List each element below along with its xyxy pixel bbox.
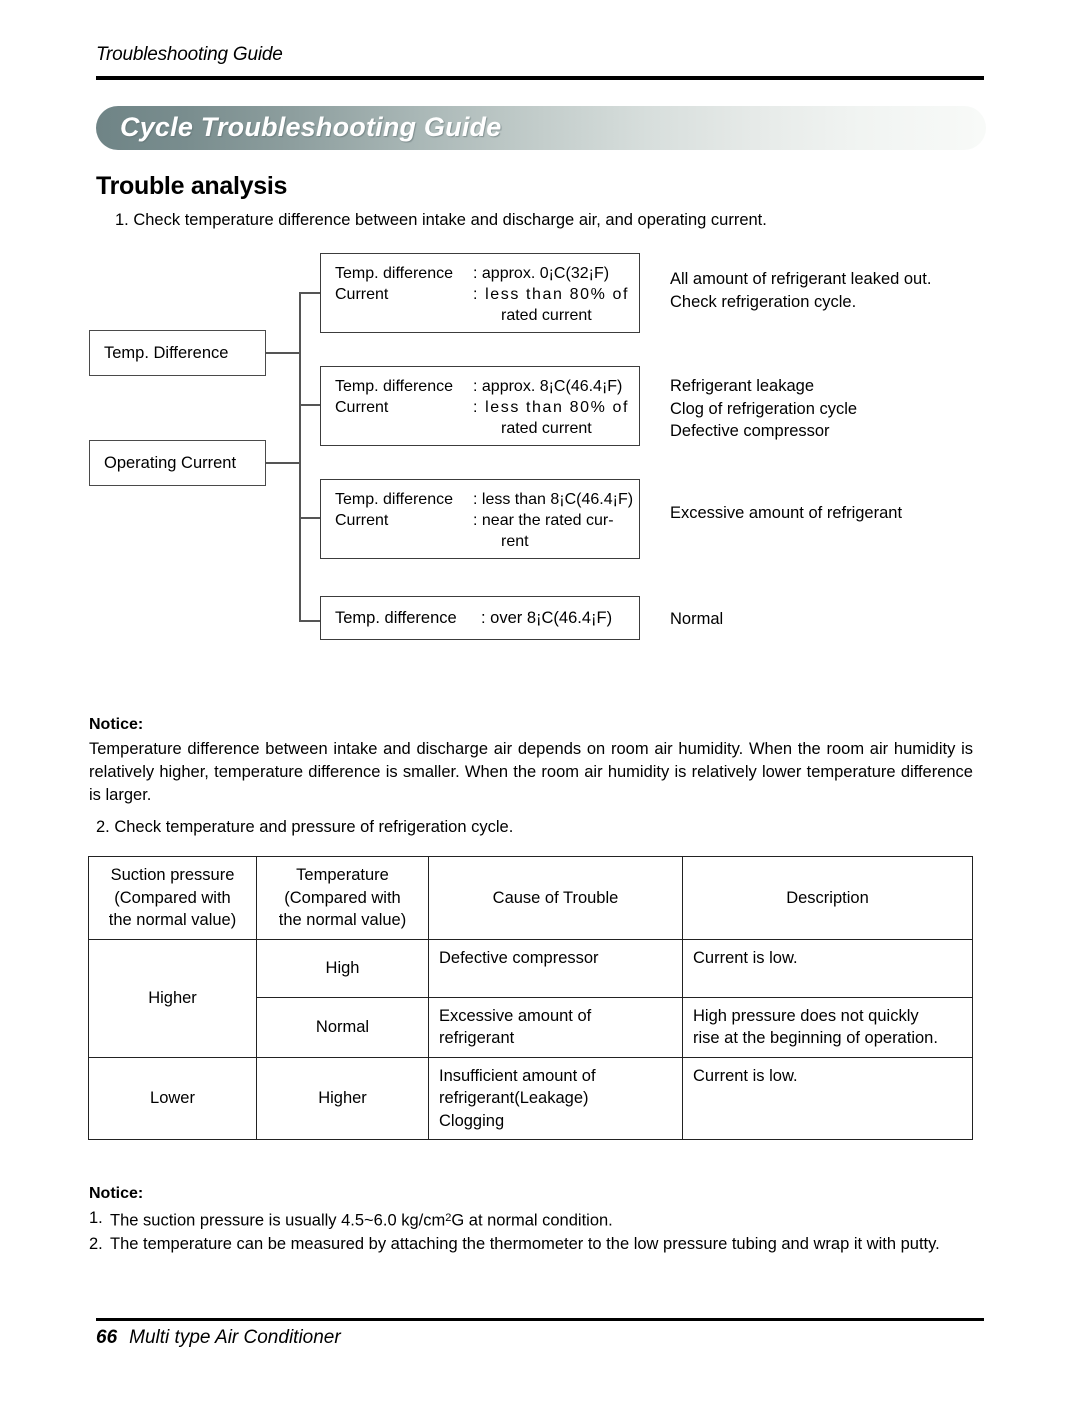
outcome-text: Normal [670,610,724,628]
table-header-temperature: Temperature (Compared with the normal va… [256,856,429,940]
condition-key: Temp. difference [335,491,453,508]
diagram-outcome-2: Refrigerant leakage Clog of refrigeratio… [670,375,857,443]
footer-document-title: Multi type Air Conditioner [129,1327,341,1348]
diagram-node-temp-difference: Temp. Difference [89,330,266,376]
document-page: Troubleshooting Guide Cycle Troubleshoot… [0,0,1080,1405]
notice-top-body: Temperature difference between intake an… [89,740,973,804]
diagram-node-operating-current: Operating Current [89,440,266,486]
notice-item-text-tail: G at normal condition. [451,1211,613,1230]
table-row: Lower Higher Insufficient amount of refr… [88,1056,973,1140]
condition-value: : less than 8¡C(46.4¡F) [473,491,634,508]
notice-bottom-list: 1. The suction pressure is usually 4.5~6.… [89,1207,979,1256]
notice-bottom-item-1: 1. The suction pressure is usually 4.5~6.… [89,1207,979,1233]
footer: 66 Multi type Air Conditioner [96,1327,341,1349]
notice-bottom-label: Notice: [89,1185,144,1202]
trouble-analysis-flow-diagram: Temp. Difference Operating Current Temp.… [0,0,1080,1405]
diagram-node-label: Temp. Difference [104,343,229,362]
condition-value-continuation: rated current [501,420,592,437]
outcome-text: All amount of refrigerant leaked out. Ch… [670,270,932,311]
notice-item-text: The temperature can be measured by attac… [110,1234,940,1253]
connector-stub-branch1 [299,292,320,294]
cell-suction-pressure: Higher [88,938,257,1058]
list-marker: 1. [89,1209,103,1227]
notice-bottom-item-2: 2. The temperature can be measured by att… [89,1233,979,1256]
cell-cause: Insufficient amount of refrigerant(Leaka… [428,1056,683,1140]
condition-value: : near the rated cur- [473,512,614,529]
condition-value: : over 8¡C(46.4¡F) [481,608,613,627]
outcome-text: Excessive amount of refrigerant [670,504,903,522]
table-row: Higher High Defective compressor Current… [88,938,973,1058]
diagram-condition-box-2: Temp. difference : approx. 8¡C(46.4¡F) C… [320,366,640,446]
condition-key: Temp. difference [335,265,453,282]
diagram-condition-box-1: Temp. difference : approx. 0¡C(32¡F) Cur… [320,253,640,333]
condition-value: : less than 80% of [473,399,629,416]
cell-cause: Defective compressor [428,938,683,998]
condition-value-continuation: rated current [501,307,592,324]
condition-row: Current : less than 80% of [321,397,639,418]
condition-value-continuation: rent [501,533,529,550]
notice-top-label: Notice: [89,716,144,733]
cell-cause: Excessive amount of refrigerant [428,996,683,1058]
diagram-outcome-1: All amount of refrigerant leaked out. Ch… [670,268,931,313]
diagram-condition-box-3: Temp. difference : less than 8¡C(46.4¡F)… [320,479,640,559]
connector-stub-node2 [266,462,300,464]
connector-stub-branch3 [299,517,320,519]
cell-temperature: High [256,938,429,998]
connector-stub-branch2 [299,404,320,406]
condition-row: Current : less than 80% of [321,284,639,305]
diagram-condition-box-4: Temp. difference : over 8¡C(46.4¡F) [320,596,640,640]
cell-suction-pressure: Lower [88,1056,257,1140]
table-header-row: Suction pressure (Compared with the norm… [88,856,973,940]
connector-spine [299,292,301,622]
connector-stub-branch4 [299,620,320,622]
condition-key: Current [335,399,389,416]
cell-temperature: Normal [256,996,429,1058]
condition-value: : approx. 0¡C(32¡F) [473,265,610,282]
cell-description: Current is low. [682,1056,973,1140]
table-header-suction-pressure: Suction pressure (Compared with the norm… [88,856,257,940]
cell-temperature: Higher [256,1056,429,1140]
condition-row: Temp. difference : approx. 0¡C(32¡F) [321,263,639,284]
cell-description: High pressure does not quickly rise at t… [682,996,973,1058]
notice-item-text: The suction pressure is usually 4.5~6.0 … [110,1211,446,1230]
condition-value: : less than 80% of [473,286,629,303]
condition-row: Temp. difference : approx. 8¡C(46.4¡F) [321,376,639,397]
condition-value: : approx. 8¡C(46.4¡F) [473,378,623,395]
condition-key: Temp. difference [335,378,453,395]
list-marker: 2. [89,1234,103,1253]
connector-stub-node1 [266,352,300,354]
condition-key: Current [335,286,389,303]
diagram-outcome-4: Normal [670,608,723,631]
table-header-description: Description [682,856,973,940]
footer-rule [96,1318,984,1321]
outcome-text: Refrigerant leakage Clog of refrigeratio… [670,377,858,440]
diagram-outcome-3: Excessive amount of refrigerant [670,502,902,525]
condition-key: Current [335,512,389,529]
diagram-node-label: Operating Current [104,453,237,472]
condition-row: Current : near the rated cur- [321,510,639,531]
condition-row: Temp. difference : less than 8¡C(46.4¡F) [321,489,639,510]
condition-key: Temp. difference [335,608,457,627]
page-number: 66 [96,1327,118,1348]
step-2-instruction: 2. Check temperature and pressure of ref… [96,818,514,836]
cell-description: Current is low. [682,938,973,998]
trouble-cause-table: Suction pressure (Compared with the norm… [88,856,973,1140]
table-header-cause: Cause of Trouble [428,856,683,940]
